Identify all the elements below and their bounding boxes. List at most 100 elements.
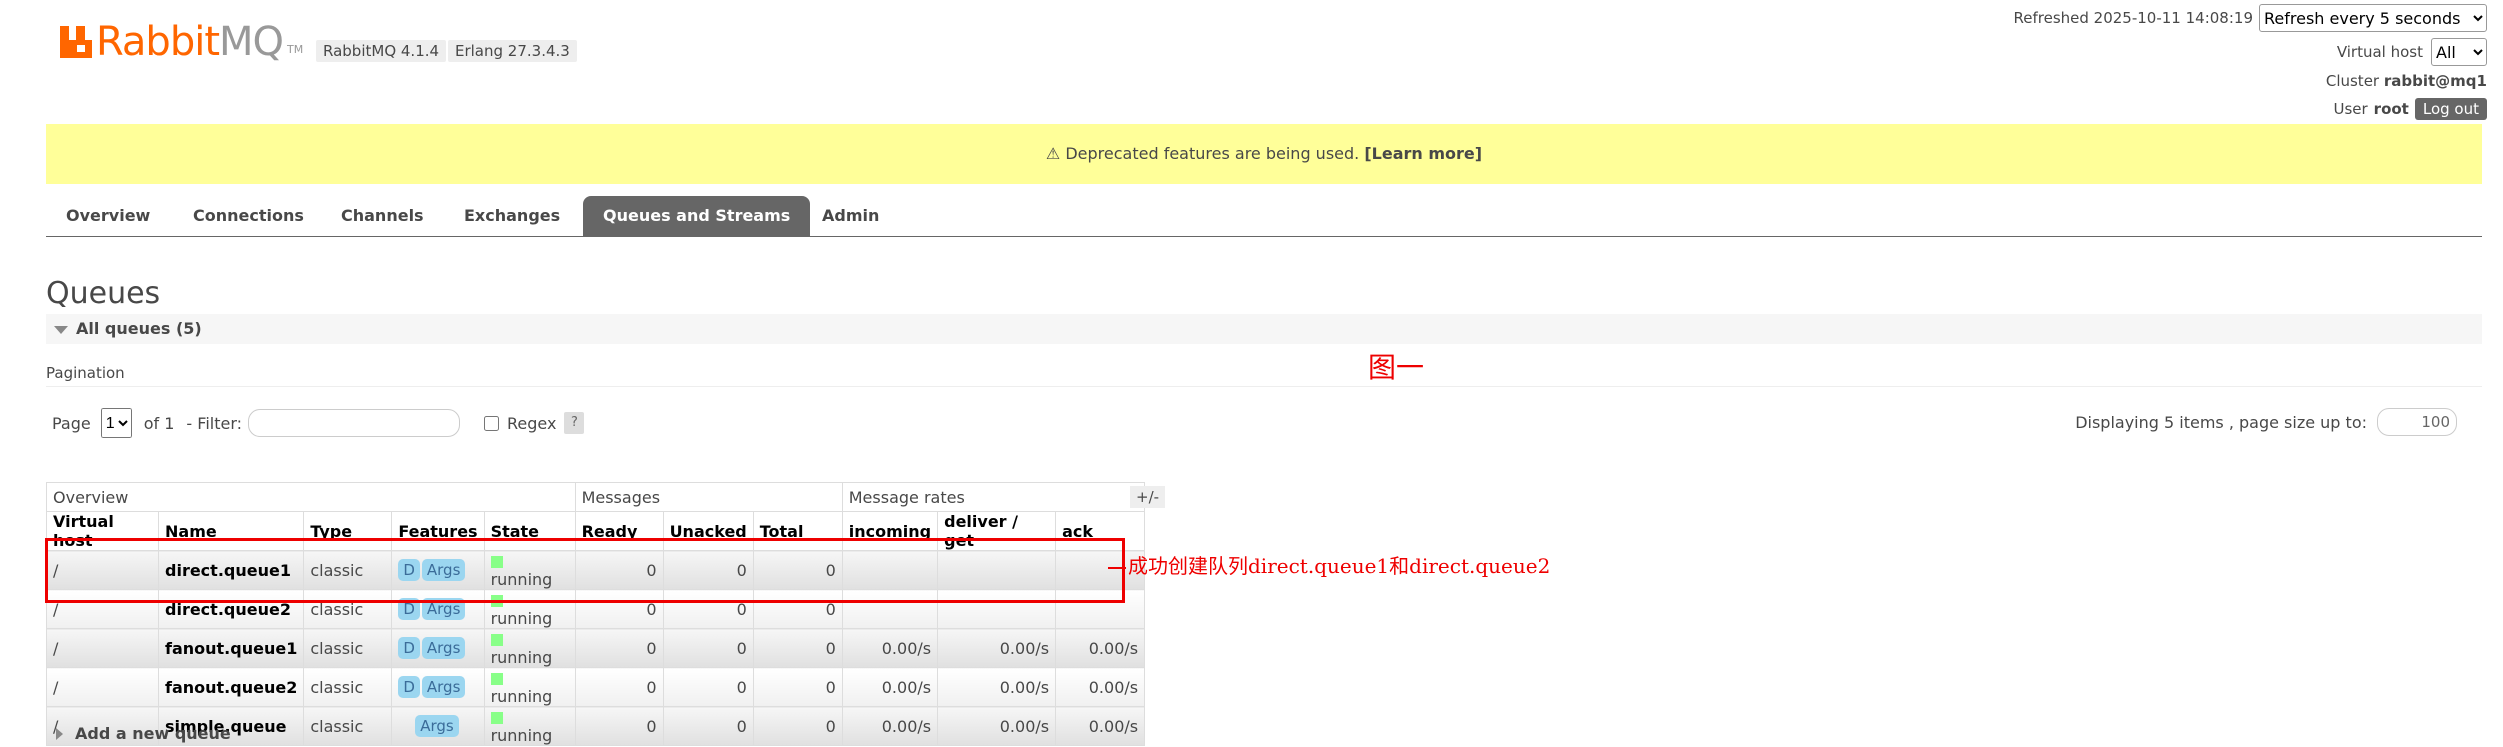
ack-cell: 0.00/s xyxy=(1055,667,1146,707)
incoming-cell: 0.00/s xyxy=(841,667,939,707)
state-text: running xyxy=(490,726,553,745)
annotation-leader-line xyxy=(1108,566,1126,569)
type-cell: classic xyxy=(303,628,393,668)
collapse-triangle-icon xyxy=(54,325,68,334)
learn-more-link[interactable]: [Learn more] xyxy=(1364,144,1482,163)
main-nav-tabs: Overview Connections Channels Exchanges … xyxy=(46,196,2482,237)
table-row[interactable]: / fanout.queue1 classic D Args running 0 … xyxy=(46,628,1146,668)
user-name: root xyxy=(2373,100,2409,118)
vhost-row: Virtual host All xyxy=(2337,38,2487,66)
display-count: Displaying 5 items , page size up to: xyxy=(2075,408,2457,436)
add-queue-label: Add a new queue xyxy=(75,724,231,743)
vhost-select[interactable]: All xyxy=(2431,38,2487,66)
table-row[interactable]: / fanout.queue2 classic D Args running 0 … xyxy=(46,667,1146,707)
durable-badge: D xyxy=(398,637,420,659)
unacked-cell: 0 xyxy=(662,628,754,668)
args-badge[interactable]: Args xyxy=(421,676,466,698)
running-status-icon xyxy=(490,633,503,646)
type-cell: classic xyxy=(303,706,393,746)
ready-cell: 0 xyxy=(574,667,664,707)
filter-label: - Filter: xyxy=(186,413,243,433)
logo-wordmark: RabbitMQ xyxy=(96,19,284,65)
tab-exchanges[interactable]: Exchanges xyxy=(444,196,580,236)
ready-cell: 0 xyxy=(574,706,664,746)
tab-overview[interactable]: Overview xyxy=(46,196,170,236)
display-count-text: Displaying 5 items , page size up to: xyxy=(2075,412,2367,432)
cluster-row: Cluster rabbit@mq1 xyxy=(2326,72,2487,90)
refreshed-timestamp: Refreshed 2025-10-11 14:08:19 xyxy=(2013,9,2253,27)
all-queues-section-toggle[interactable]: All queues (5) xyxy=(46,314,2482,344)
deliver-cell: 0.00/s xyxy=(937,628,1057,668)
cluster-name: rabbit@mq1 xyxy=(2383,72,2487,90)
cluster-label: Cluster xyxy=(2325,72,2380,90)
page-size-input[interactable] xyxy=(2377,408,2457,436)
annotation-text: 成功创建队列direct.queue1和direct.queue2 xyxy=(1128,554,1551,578)
pagination-controls: Page 1 of 1 - Filter: Regex ? xyxy=(52,408,585,438)
group-messages: Messages xyxy=(574,482,843,512)
unacked-cell: 0 xyxy=(662,706,754,746)
incoming-cell: 0.00/s xyxy=(841,706,939,746)
type-cell: classic xyxy=(303,667,393,707)
page-label: Page xyxy=(52,413,91,433)
state-text: running xyxy=(490,609,553,628)
args-badge[interactable]: Args xyxy=(415,715,459,737)
durable-badge: D xyxy=(398,676,420,698)
args-badge[interactable]: Args xyxy=(421,637,466,659)
rabbitmq-version: RabbitMQ 4.1.4 xyxy=(316,40,447,62)
features-cell: D Args xyxy=(391,667,485,707)
features-cell: Args xyxy=(391,706,485,746)
running-status-icon xyxy=(490,672,503,685)
ack-cell: 0.00/s xyxy=(1055,628,1146,668)
tab-admin[interactable]: Admin xyxy=(802,196,899,236)
regex-help-button[interactable]: ? xyxy=(564,412,585,434)
page-select[interactable]: 1 xyxy=(100,408,132,438)
user-label: User xyxy=(2333,100,2368,118)
banner-text: ⚠ Deprecated features are being used. xyxy=(1045,144,1360,163)
refresh-interval-select[interactable]: Refresh every 5 seconds xyxy=(2259,4,2487,32)
tab-connections[interactable]: Connections xyxy=(173,196,324,236)
total-cell: 0 xyxy=(752,706,843,746)
vhost-cell: / xyxy=(46,628,159,668)
filter-input[interactable] xyxy=(248,409,461,437)
erlang-version: Erlang 27.3.4.3 xyxy=(448,40,577,62)
queues-table: Overview Messages Message rates Virtual … xyxy=(46,482,1146,746)
queue-name-link[interactable]: fanout.queue1 xyxy=(157,628,305,668)
tab-channels[interactable]: Channels xyxy=(321,196,444,236)
state-text: running xyxy=(490,687,553,706)
group-overview: Overview xyxy=(46,482,576,512)
page-count: of 1 xyxy=(143,413,175,433)
total-cell: 0 xyxy=(752,628,843,668)
deprecated-features-banner: ⚠ Deprecated features are being used. [L… xyxy=(46,124,2482,184)
add-new-queue-toggle[interactable]: Add a new queue xyxy=(56,724,231,743)
state-cell: running xyxy=(483,706,576,746)
unacked-cell: 0 xyxy=(662,667,754,707)
tab-queues-and-streams[interactable]: Queues and Streams xyxy=(583,196,811,236)
state-text: running xyxy=(490,648,553,667)
page-title: Queues xyxy=(46,276,161,311)
deliver-cell: 0.00/s xyxy=(937,667,1057,707)
deliver-cell: 0.00/s xyxy=(937,706,1057,746)
rabbitmq-logo-icon xyxy=(60,26,92,58)
user-row: User root Log out xyxy=(2333,98,2487,120)
logout-button[interactable]: Log out xyxy=(2414,98,2487,120)
total-cell: 0 xyxy=(752,667,843,707)
figure-label-annotation: 图一 xyxy=(1368,351,1425,384)
table-group-header: Overview Messages Message rates xyxy=(46,482,1146,512)
state-cell: running xyxy=(483,667,576,707)
expand-triangle-icon xyxy=(56,727,63,740)
regex-label: Regex xyxy=(507,413,557,433)
rabbitmq-logo[interactable]: RabbitMQ TM xyxy=(60,14,303,64)
pagination-divider xyxy=(46,386,2482,387)
section-title: All queues (5) xyxy=(76,319,202,338)
incoming-cell: 0.00/s xyxy=(841,628,939,668)
created-queues-annotation: 成功创建队列direct.queue1和direct.queue2 xyxy=(1108,550,1550,579)
vhost-label: Virtual host xyxy=(2336,43,2423,61)
group-message-rates: Message rates xyxy=(841,482,1146,512)
regex-checkbox[interactable] xyxy=(484,415,500,431)
refresh-row: Refreshed 2025-10-11 14:08:19 Refresh ev… xyxy=(2014,4,2487,32)
column-toggle-button[interactable]: +/- xyxy=(1130,486,1166,508)
features-cell: D Args xyxy=(391,628,485,668)
logo-trademark: TM xyxy=(287,43,304,56)
queue-name-link[interactable]: fanout.queue2 xyxy=(157,667,305,707)
vhost-cell: / xyxy=(46,667,159,707)
